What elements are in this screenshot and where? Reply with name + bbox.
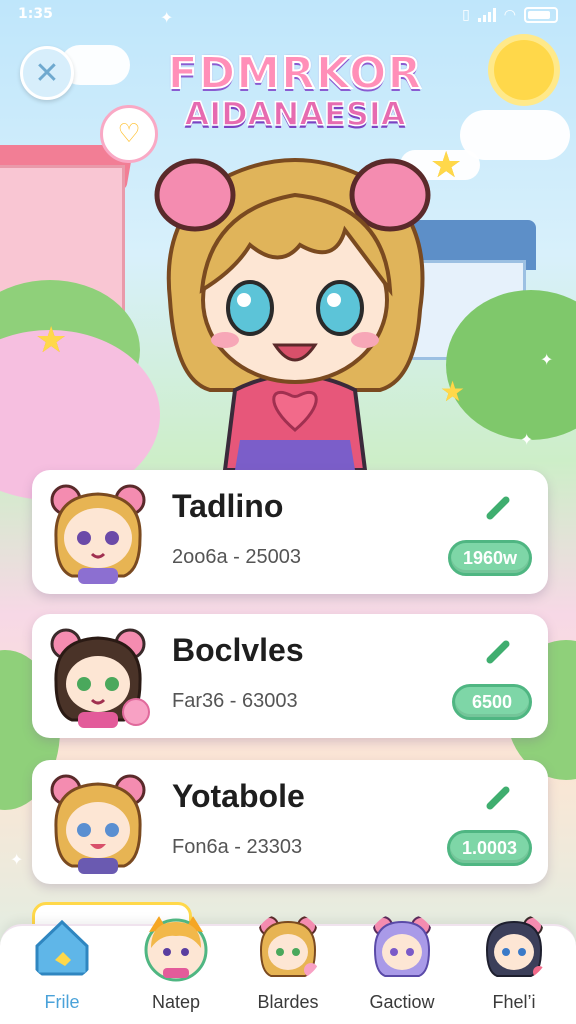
card-subtitle: Fon6a - 23303 — [172, 836, 303, 858]
star-icon: ★ — [440, 375, 466, 408]
edit-icon[interactable] — [484, 636, 514, 666]
card-name: Boclvles — [172, 632, 304, 668]
character-card[interactable]: Tadlino 2oo6a - 25003 1960w — [32, 470, 548, 594]
card-subtitle: 2oo6a - 25003 — [172, 546, 302, 568]
sparkle-icon: ✦ — [540, 350, 554, 369]
character-card[interactable]: Yotabole Fon6a - 23303 1.0003 — [32, 760, 548, 884]
nav-label: Frile — [44, 992, 80, 1012]
nav-label: Gactiow — [369, 992, 435, 1012]
sparkle-icon: ✦ — [10, 850, 24, 869]
close-icon: ✕ — [34, 55, 60, 91]
card-badge-button[interactable]: 6500 — [452, 684, 532, 720]
girl-avatar-icon — [259, 916, 318, 977]
status-time: 1:35 — [18, 6, 53, 22]
signal-icon — [477, 8, 496, 22]
character-avatar — [50, 774, 146, 874]
home-icon — [35, 919, 89, 976]
edit-icon[interactable] — [484, 492, 514, 522]
game-title: FDMRKOR AIDANAESIA — [140, 47, 450, 134]
vibrate-icon: ▯ — [462, 7, 470, 23]
bottom-nav: Frile Natep Blardes Gactiow Fhel’i — [0, 916, 576, 1024]
nav-item-blardes[interactable]: Blardes — [238, 912, 338, 1024]
nav-label: Blardes — [257, 992, 319, 1012]
nav-item-home[interactable]: Frile — [12, 912, 112, 1024]
nav-item-gactiow[interactable]: Gactiow — [352, 912, 452, 1024]
battery-icon — [524, 7, 558, 23]
title-line-1: FDMRKOR — [167, 47, 423, 100]
wifi-icon: ◠ — [503, 7, 516, 23]
title-line-2: AIDANAESIA — [184, 94, 407, 134]
edit-icon[interactable] — [484, 782, 514, 812]
nav-label: Natep — [151, 992, 201, 1012]
hero-character — [154, 158, 431, 470]
status-icons: ▯ ◠ — [462, 7, 558, 23]
card-badge-button[interactable]: 1960w — [447, 540, 532, 576]
nav-item-natep[interactable]: Natep — [126, 912, 226, 1024]
cloud — [460, 110, 570, 160]
card-name: Yotabole — [172, 778, 305, 814]
sun-icon — [494, 40, 554, 100]
fox-avatar-icon — [144, 916, 208, 982]
status-bar: 1:35 ▯ ◠ — [0, 0, 576, 32]
card-badge-button[interactable]: 1.0003 — [446, 830, 532, 866]
nav-label: Fhel’i — [492, 992, 536, 1012]
card-name: Tadlino — [172, 488, 284, 524]
purple-avatar-icon — [373, 916, 431, 977]
character-card[interactable]: Boclvles Far36 - 63003 6500 — [32, 614, 548, 738]
close-button[interactable]: ✕ — [20, 46, 74, 100]
sparkle-icon: ✦ — [520, 430, 534, 449]
card-subtitle: Far36 - 63003 — [172, 690, 298, 712]
character-avatar — [50, 628, 150, 728]
star-icon: ★ — [35, 320, 68, 361]
character-avatar — [50, 484, 146, 584]
nav-item-fheli[interactable]: Fhel’i — [464, 912, 564, 1024]
dark-avatar-icon — [485, 916, 545, 978]
